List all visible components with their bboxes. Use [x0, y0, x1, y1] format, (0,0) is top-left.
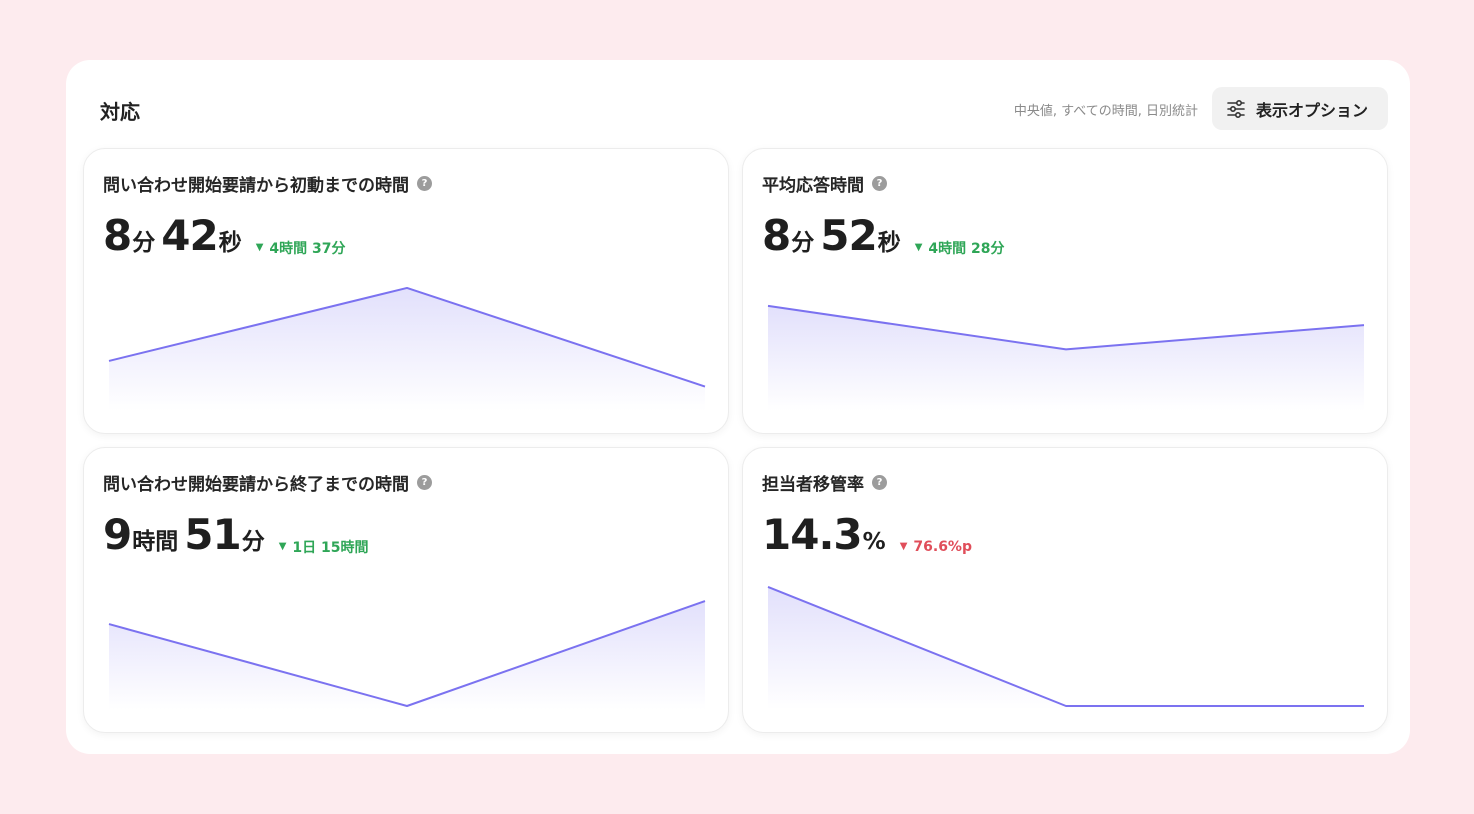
metric-card-average-response-time: 平均応答時間 ? 8 分 52 秒 ▼ 4時間 28分 [742, 148, 1388, 434]
trend-area [768, 305, 1364, 411]
metric-card-transfer-rate: 担当者移管率 ? 14.3 % ▼ 76.6%p [742, 447, 1388, 733]
trend-area [768, 586, 1364, 710]
trend-area [109, 601, 705, 710]
trend-chart [767, 586, 1364, 710]
sliders-icon [1226, 99, 1246, 119]
trend-chart [108, 600, 706, 710]
trend-chart [108, 286, 706, 411]
panel-title: 対応 [100, 100, 140, 124]
trend-area [109, 287, 705, 411]
metric-card-resolution-time: 問い合わせ開始要請から終了までの時間 ? 9 時間 51 分 ▼ 1日 15時間 [83, 447, 729, 733]
trend-chart [767, 304, 1365, 411]
display-options-button[interactable]: 表示オプション [1212, 87, 1388, 130]
display-options-label: 表示オプション [1256, 100, 1369, 120]
metric-card-first-response-time: 問い合わせ開始要請から初動までの時間 ? 8 分 42 秒 ▼ 4時間 37分 [83, 148, 729, 434]
filter-summary: 中央値, すべての時間, 日別統計 [1013, 104, 1198, 119]
response-panel: 対応 中央値, すべての時間, 日別統計 表示オプション 問い合わせ開始要請から… [66, 60, 1410, 754]
